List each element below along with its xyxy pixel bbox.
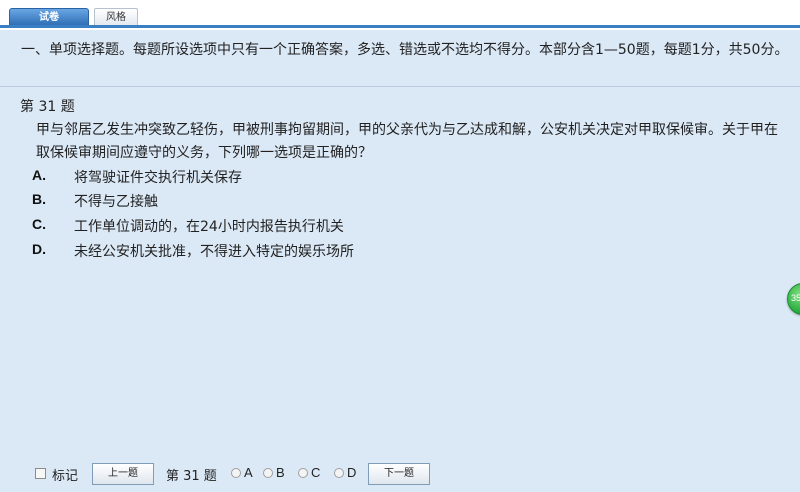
option-c[interactable]: C. 工作单位调动的，在24小时内报告执行机关 xyxy=(32,216,632,238)
bottom-nav-bar: 标记 上一题 第 31 题 A B C D 下一题 xyxy=(0,460,800,490)
section-instructions: 一、单项选择题。每题所设选项中只有一个正确答案，多选、错选或不选均不得分。本部分… xyxy=(21,42,789,58)
answer-radio-label: A xyxy=(244,465,253,480)
answer-radio-label: D xyxy=(347,465,357,480)
answer-radio-c[interactable] xyxy=(298,468,308,478)
current-question-label: 第 31 题 xyxy=(166,469,217,484)
answer-radio-a[interactable] xyxy=(231,468,241,478)
option-text: 工作单位调动的，在24小时内报告执行机关 xyxy=(74,219,344,235)
option-letter: C. xyxy=(32,216,46,232)
option-text: 将驾驶证件交执行机关保存 xyxy=(74,170,242,186)
tab-exam[interactable]: 试卷 xyxy=(9,8,89,25)
option-b[interactable]: B. 不得与乙接触 xyxy=(32,191,632,213)
answer-radio-label: C xyxy=(311,465,321,480)
mark-checkbox[interactable] xyxy=(35,468,46,479)
next-question-button[interactable]: 下一题 xyxy=(368,463,430,485)
section-header: 一、单项选择题。每题所设选项中只有一个正确答案，多选、错选或不选均不得分。本部分… xyxy=(0,32,800,87)
option-letter: B. xyxy=(32,191,46,207)
mark-label: 标记 xyxy=(52,469,79,484)
option-a[interactable]: A. 将驾驶证件交执行机关保存 xyxy=(32,167,632,189)
option-letter: D. xyxy=(32,241,46,257)
answer-radio-d[interactable] xyxy=(334,468,344,478)
answer-radio-b[interactable] xyxy=(263,468,273,478)
question-number: 第 31 题 xyxy=(20,99,75,115)
badge-count: 35 xyxy=(791,293,800,303)
option-d[interactable]: D. 未经公安机关批准，不得进入特定的娱乐场所 xyxy=(32,241,632,263)
tab-underline xyxy=(0,25,800,28)
question-stem: 甲与邻居乙发生冲突致乙轻伤，甲被刑事拘留期间，甲的父亲代为与乙达成和解，公安机关… xyxy=(36,122,778,161)
prev-question-button[interactable]: 上一题 xyxy=(92,463,154,485)
option-text: 不得与乙接触 xyxy=(74,194,158,210)
tab-style[interactable]: 风格 xyxy=(94,8,138,25)
answer-sheet-badge[interactable]: 35 xyxy=(787,283,800,315)
option-text: 未经公安机关批准，不得进入特定的娱乐场所 xyxy=(74,244,354,260)
answer-radio-label: B xyxy=(276,465,285,480)
option-letter: A. xyxy=(32,167,46,183)
tab-bar: 试卷 风格 xyxy=(0,0,800,30)
